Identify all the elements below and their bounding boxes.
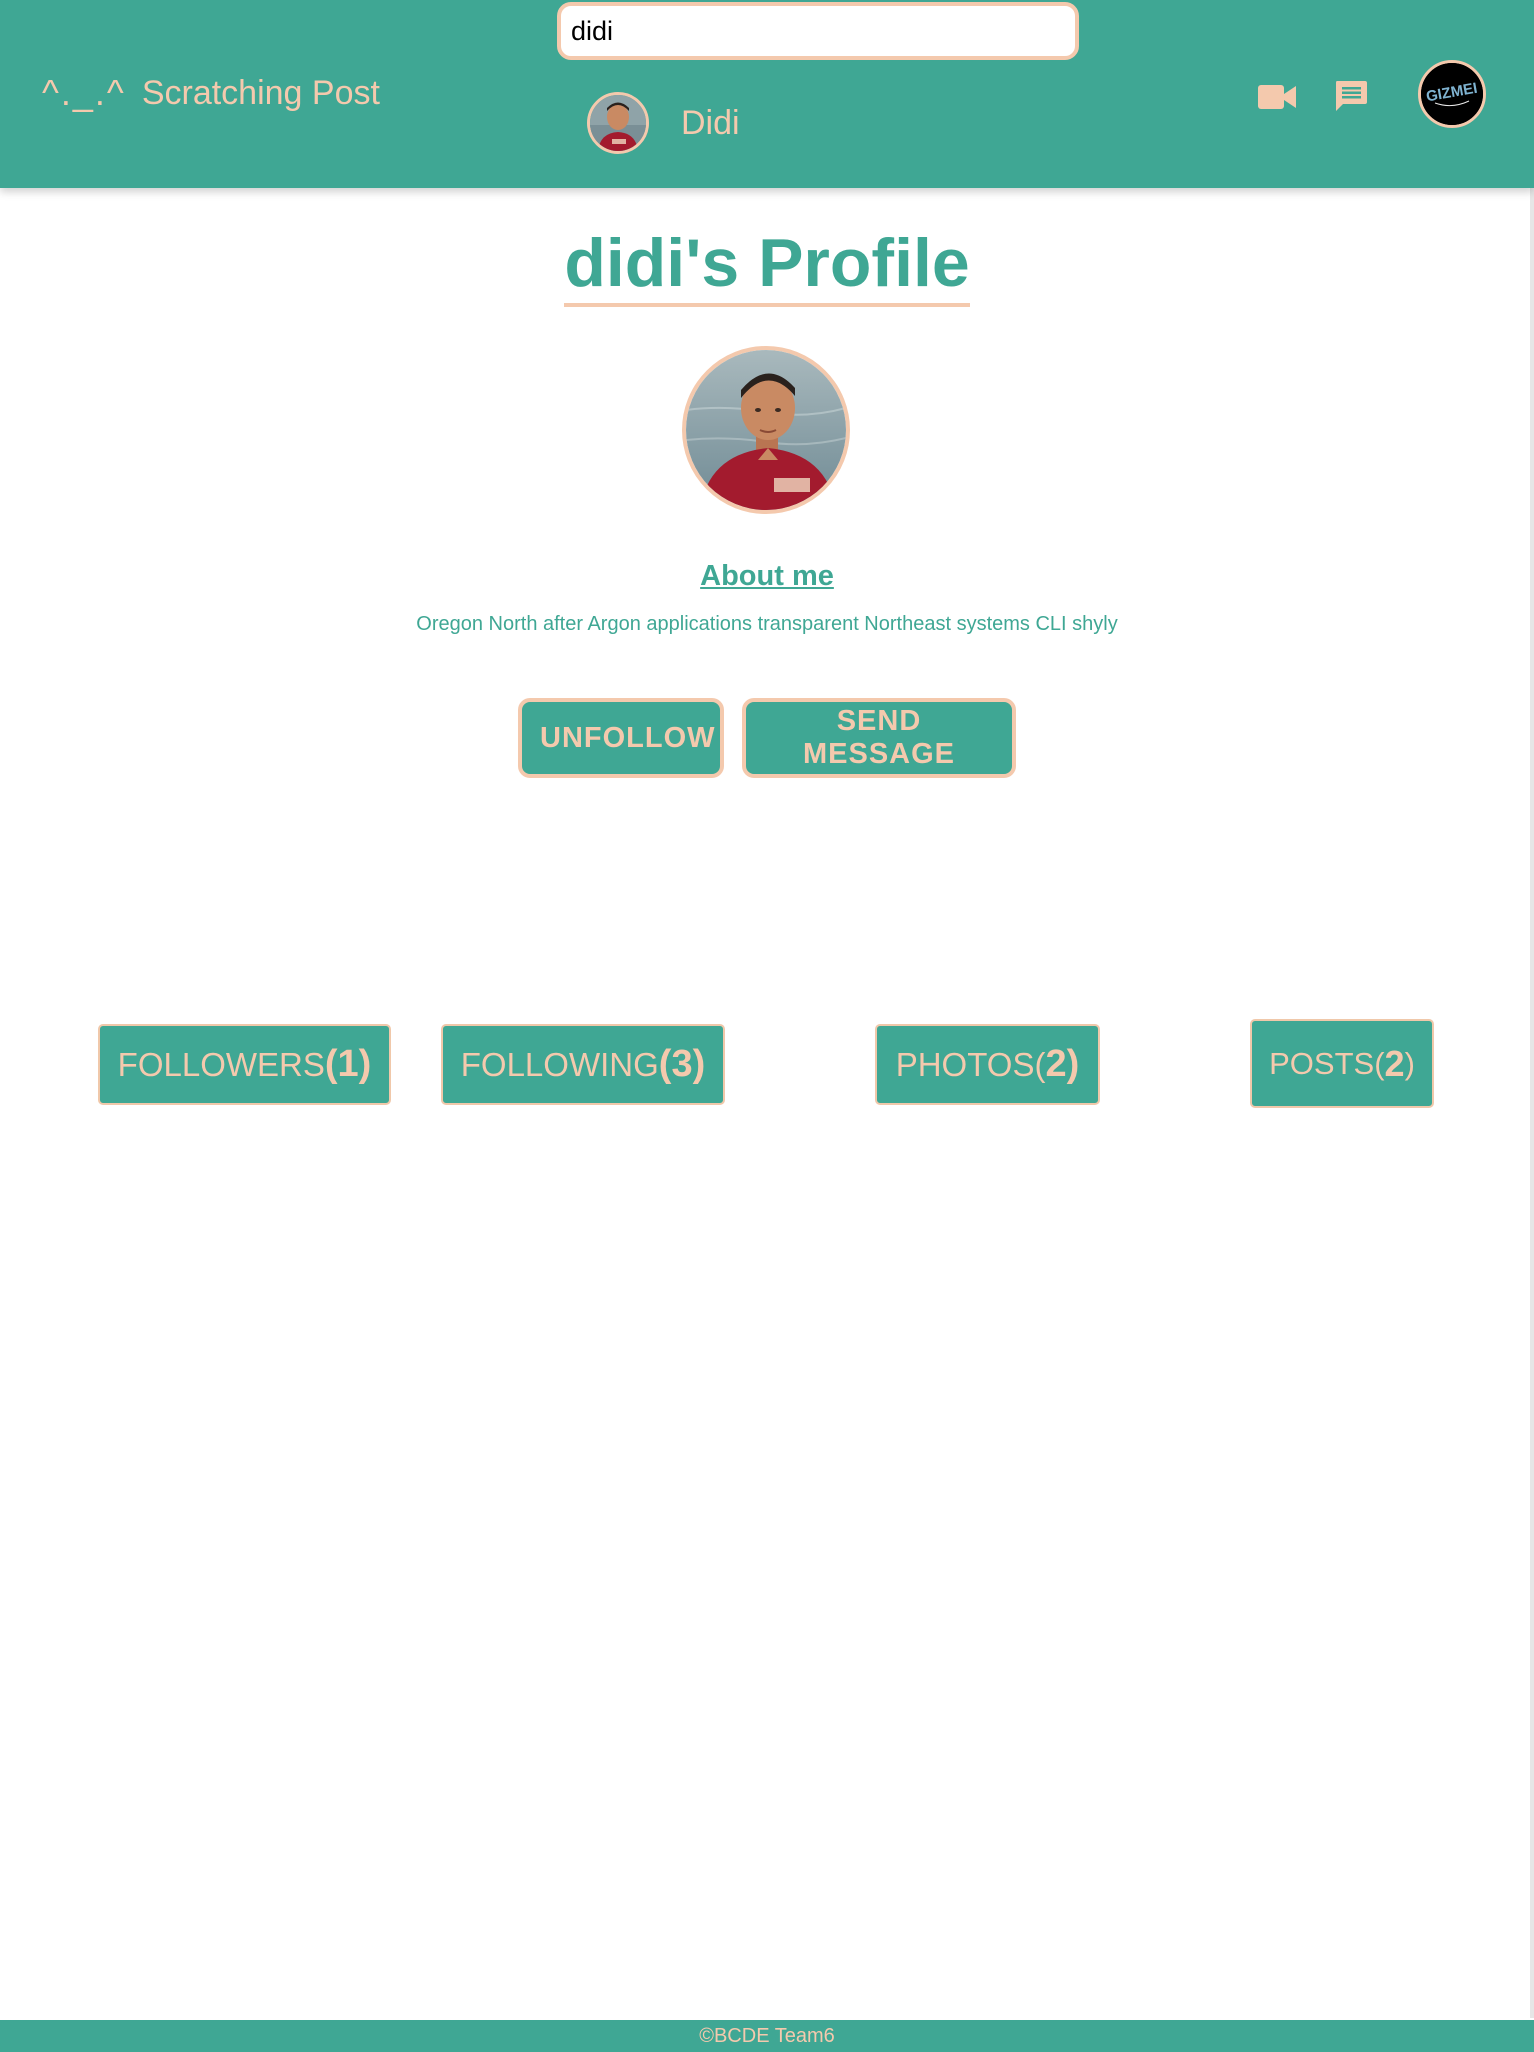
scrollbar[interactable] [1530, 188, 1534, 2018]
search-input[interactable] [557, 2, 1079, 60]
profile-actions: UNFOLLOW SEND MESSAGE [0, 698, 1534, 778]
followers-count: 1 [337, 1043, 359, 1085]
photos-open-paren: ( [1034, 1045, 1046, 1083]
search-area: Didi [557, 2, 1079, 154]
user-avatar[interactable]: GIZMEI [1418, 60, 1486, 128]
posts-tab[interactable]: POSTS ( 2 ) [1250, 1019, 1434, 1108]
search-result-name: Didi [681, 103, 740, 142]
photos-tab-label: PHOTOS [895, 1045, 1035, 1083]
page-title: didi's Profile [564, 226, 970, 307]
photos-count: 2 [1045, 1043, 1067, 1085]
brand-link[interactable]: ^._.^ Scratching Post [42, 72, 380, 114]
send-message-button[interactable]: SEND MESSAGE [742, 698, 1016, 778]
following-close-paren: ) [692, 1043, 706, 1085]
followers-tab-label: FOLLOWERS [117, 1045, 325, 1083]
search-result-item[interactable]: Didi [587, 92, 740, 154]
page-title-wrap: didi's Profile [0, 226, 1534, 307]
following-count: 3 [671, 1043, 693, 1085]
photos-close-paren: ) [1066, 1043, 1080, 1085]
footer: ©BCDE Team6 [0, 2020, 1534, 2052]
app-name: Scratching Post [141, 73, 380, 112]
profile-avatar [682, 346, 850, 514]
nav-icons: GIZMEI [1258, 60, 1486, 128]
user-logo-image: GIZMEI [1421, 63, 1483, 125]
followers-close-paren: ) [358, 1043, 372, 1085]
about-heading: About me [700, 560, 834, 592]
chat-bubble-icon[interactable] [1334, 79, 1368, 113]
posts-count: 2 [1384, 1042, 1405, 1084]
person-photo-icon [686, 350, 846, 510]
about-text: Oregon North after Argon applications tr… [416, 613, 1118, 635]
unfollow-button[interactable]: UNFOLLOW [518, 698, 724, 778]
following-tab[interactable]: FOLLOWING ( 3 ) [441, 1024, 725, 1105]
posts-tab-label: POSTS [1269, 1045, 1375, 1081]
photos-tab[interactable]: PHOTOS ( 2 ) [875, 1024, 1100, 1105]
following-tab-label: FOLLOWING [460, 1045, 659, 1083]
posts-close-paren: ) [1404, 1045, 1415, 1081]
navbar: ^._.^ Scratching Post Didi [0, 0, 1534, 188]
cat-face-logo: ^._.^ [42, 72, 126, 113]
video-camera-icon[interactable] [1258, 83, 1296, 111]
followers-tab[interactable]: FOLLOWERS ( 1 ) [98, 1024, 391, 1105]
followers-open-paren: ( [324, 1043, 338, 1085]
search-result-avatar [587, 92, 649, 154]
following-open-paren: ( [658, 1043, 672, 1085]
posts-open-paren: ( [1374, 1045, 1385, 1081]
person-photo-icon [590, 95, 646, 151]
